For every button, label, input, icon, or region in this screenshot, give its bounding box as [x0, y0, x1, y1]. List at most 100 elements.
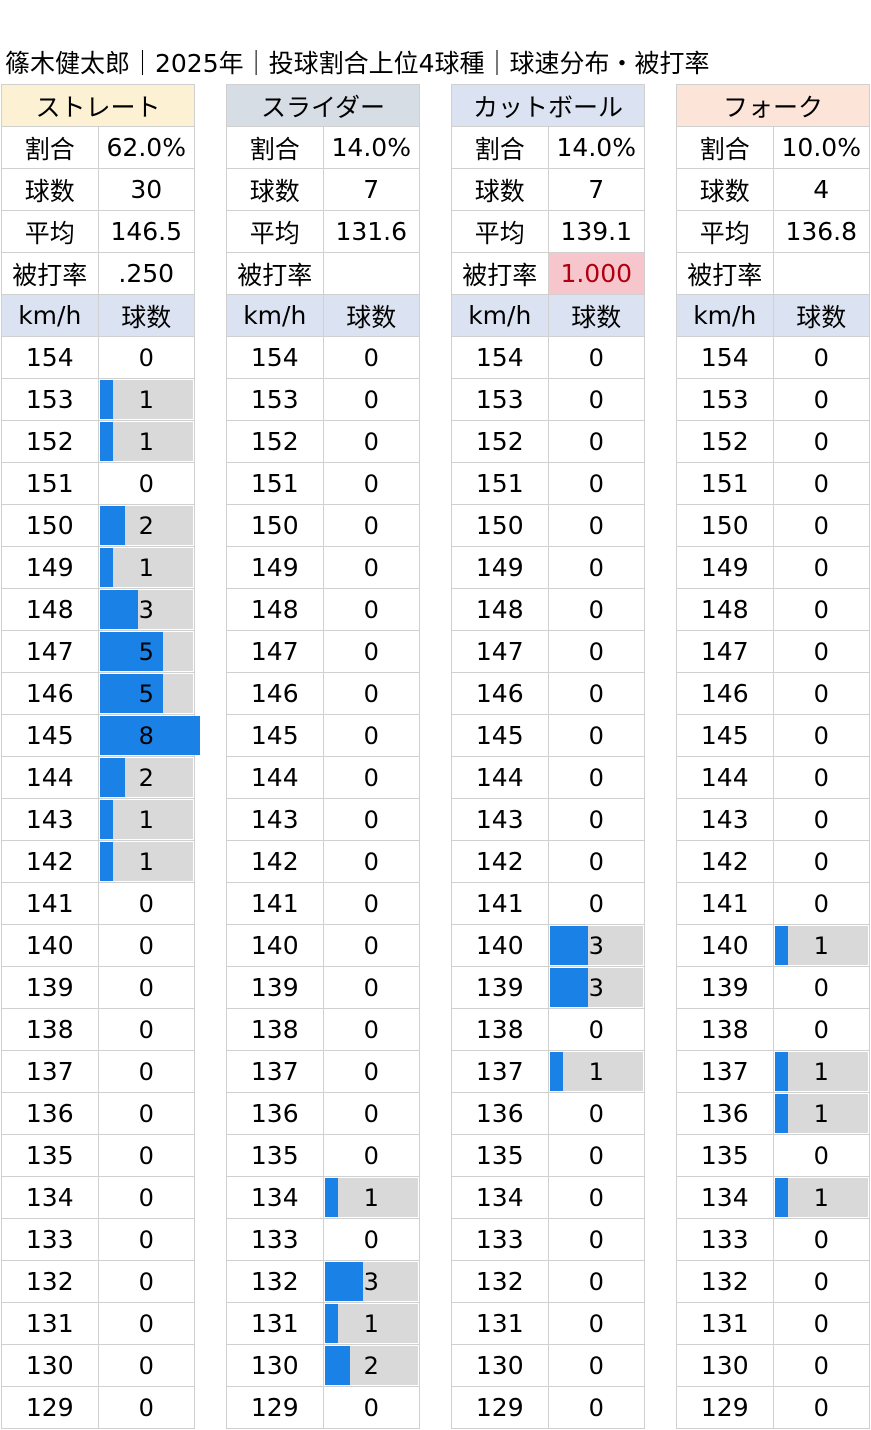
count-cell: 0	[547, 672, 645, 715]
batting-avg-label: 被打率	[676, 252, 774, 295]
count-value: 1	[138, 386, 154, 414]
speed-label: 145	[451, 714, 549, 757]
count-value: 0	[363, 512, 379, 540]
count-value: 7	[322, 168, 420, 211]
count-cell: 2	[97, 504, 195, 547]
speed-label: 151	[451, 462, 549, 505]
count-value: 0	[363, 1142, 379, 1170]
count-cell: 0	[772, 714, 870, 757]
speed-row: 153 0	[676, 378, 870, 421]
speed-label: 144	[451, 756, 549, 799]
speed-label: 146	[1, 672, 99, 715]
speed-label: 142	[451, 840, 549, 883]
count-bar	[99, 506, 125, 545]
count-value: 0	[363, 386, 379, 414]
speed-label: 131	[226, 1302, 324, 1345]
pitch-panel-2: カットボール 割合 14.0% 球数 7 平均 139.1 被打率 1.000 km/h 球数 154…	[451, 84, 645, 1429]
speed-label: 133	[676, 1218, 774, 1261]
count-cell: 0	[97, 966, 195, 1009]
count-value: 0	[813, 890, 829, 918]
count-value: 0	[588, 848, 604, 876]
speed-label: 154	[676, 336, 774, 379]
count-value: 0	[813, 1016, 829, 1044]
count-bar	[549, 968, 588, 1007]
speed-row: 137 1	[676, 1050, 870, 1093]
count-value: 0	[813, 596, 829, 624]
count-bar	[99, 842, 113, 881]
speed-row: 130 0	[451, 1344, 645, 1387]
speed-row: 148 0	[226, 588, 420, 631]
speed-row: 131 0	[1, 1302, 195, 1345]
count-cell: 1	[322, 1176, 420, 1219]
batting-avg-value: .250	[97, 252, 195, 295]
count-label: 球数	[451, 168, 549, 211]
speed-row: 141 0	[1, 882, 195, 925]
speed-label: 142	[676, 840, 774, 883]
avg-speed-label: 平均	[1, 210, 99, 253]
speed-row: 132 3	[226, 1260, 420, 1303]
count-value: 0	[813, 554, 829, 582]
batting-avg-label: 被打率	[1, 252, 99, 295]
speed-label: 148	[451, 588, 549, 631]
count-cell: 1	[772, 1176, 870, 1219]
count-bar	[774, 1178, 788, 1217]
speed-row: 138 0	[451, 1008, 645, 1051]
speed-row: 146 0	[226, 672, 420, 715]
count-cell: 0	[97, 462, 195, 505]
count-value: 1	[813, 1184, 829, 1212]
count-cell: 0	[97, 1176, 195, 1219]
speed-label: 140	[1, 924, 99, 967]
count-value: 0	[813, 722, 829, 750]
count-cell: 0	[97, 1008, 195, 1051]
count-column-header: 球数	[97, 294, 195, 337]
speed-row: 136 1	[676, 1092, 870, 1135]
speed-label: 132	[1, 1260, 99, 1303]
speed-label: 134	[1, 1176, 99, 1219]
batting-avg-label: 被打率	[226, 252, 324, 295]
speed-label: 131	[676, 1302, 774, 1345]
speed-row: 140 1	[676, 924, 870, 967]
count-bar	[99, 422, 113, 461]
count-cell: 0	[547, 420, 645, 463]
count-value: 0	[813, 638, 829, 666]
speed-label: 150	[226, 504, 324, 547]
count-cell: 0	[547, 504, 645, 547]
speed-row: 131 1	[226, 1302, 420, 1345]
batting-avg-label: 被打率	[451, 252, 549, 295]
speed-row: 135 0	[451, 1134, 645, 1177]
speed-row: 133 0	[1, 1218, 195, 1261]
speed-row: 154 0	[1, 336, 195, 379]
count-cell: 0	[772, 504, 870, 547]
count-cell: 0	[322, 756, 420, 799]
count-value: 1	[363, 1184, 379, 1212]
count-value: 0	[813, 806, 829, 834]
count-cell: 0	[322, 714, 420, 757]
speed-label: 136	[1, 1092, 99, 1135]
speed-label: 148	[676, 588, 774, 631]
count-value: 0	[363, 722, 379, 750]
speed-row: 147 0	[676, 630, 870, 673]
count-cell: 0	[772, 672, 870, 715]
count-value: 1	[138, 554, 154, 582]
speed-label: 135	[451, 1134, 549, 1177]
count-value: 0	[813, 386, 829, 414]
avg-speed-value: 146.5	[97, 210, 195, 253]
count-cell: 2	[322, 1344, 420, 1387]
speed-label: 154	[226, 336, 324, 379]
count-value: 0	[363, 1226, 379, 1254]
count-value: 1	[138, 848, 154, 876]
count-column-header: 球数	[547, 294, 645, 337]
speed-label: 135	[226, 1134, 324, 1177]
speed-label: 149	[676, 546, 774, 589]
avg-speed-value: 139.1	[547, 210, 645, 253]
count-cell: 0	[97, 1050, 195, 1093]
count-value: 2	[138, 512, 154, 540]
count-value: 0	[588, 638, 604, 666]
speed-label: 146	[451, 672, 549, 715]
count-value: 0	[363, 638, 379, 666]
count-bar	[549, 926, 588, 965]
pitch-table: カットボール 割合 14.0% 球数 7 平均 139.1 被打率 1.000 km/h 球数 154…	[451, 84, 645, 1429]
count-value: 0	[588, 722, 604, 750]
speed-row: 145 8	[1, 714, 200, 757]
count-cell: 0	[97, 1344, 195, 1387]
